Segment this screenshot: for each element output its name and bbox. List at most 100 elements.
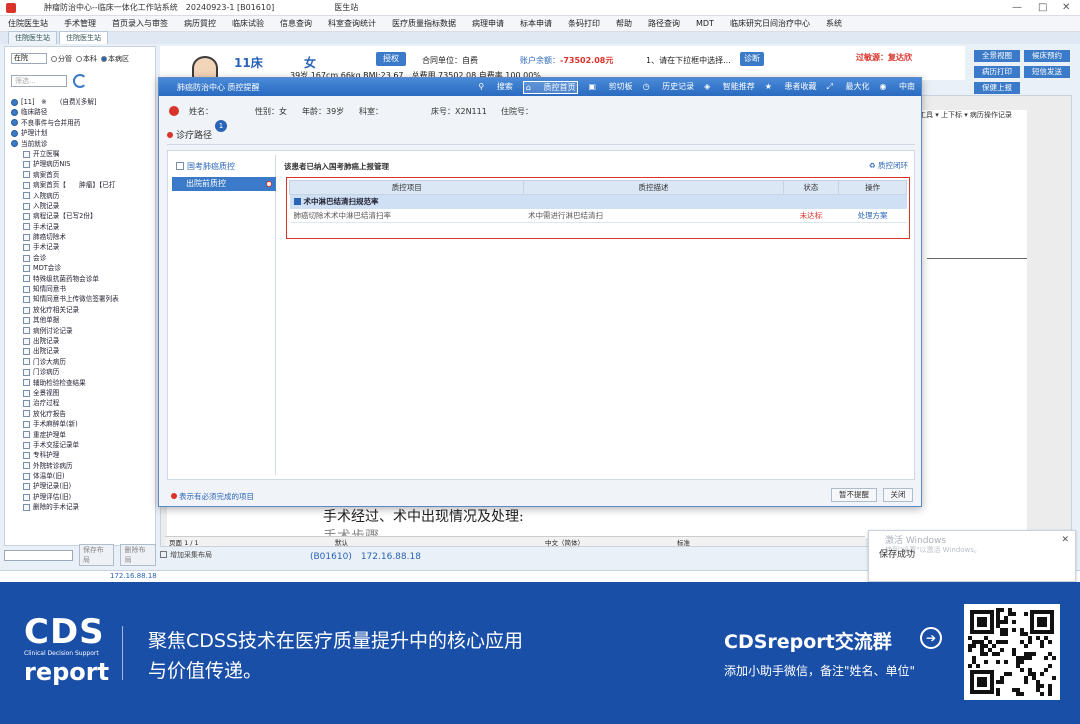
dropdown-hint[interactable]: 1、请在下拉框中选择... (646, 55, 731, 66)
history-action[interactable]: ◷ 历史记录 (643, 81, 695, 94)
tree-item[interactable]: 门诊病历 (9, 367, 157, 377)
tab-doctor-station-2[interactable]: 住院医生站 (59, 31, 108, 44)
sms-button[interactable]: 短信发送 (1024, 66, 1070, 78)
bed-booking-button[interactable]: 候床预约 (1024, 50, 1070, 62)
tree-item[interactable]: 门诊大病历 (9, 357, 157, 367)
nav-item-discharge-qc[interactable]: 出院前质控 (172, 177, 276, 191)
tree-item[interactable]: 特殊级抗菌药物会诊单 (9, 274, 157, 284)
authorize-button[interactable]: 授权 (376, 52, 406, 66)
menu-item[interactable]: 信息查询 (280, 18, 312, 29)
radio-ward[interactable]: 本病区 (101, 54, 129, 64)
menu-item[interactable]: 标本申请 (520, 18, 552, 29)
menu-item[interactable]: 临床研究日间治疗中心 (730, 18, 810, 29)
zhongnan-action[interactable]: ◉ 中南 (879, 81, 915, 94)
maximize-action[interactable]: ⤢ 最大化 (827, 81, 870, 94)
radio-department[interactable]: 本科 (76, 54, 97, 64)
menu-item[interactable]: 病历質控 (184, 18, 216, 29)
maximize-icon[interactable]: □ (1038, 2, 1047, 13)
tree-item[interactable]: 护理计划 (9, 128, 157, 138)
tree-item[interactable]: 出院记录 (9, 346, 157, 356)
tree-item[interactable]: 删除的手术记录 (9, 502, 157, 512)
menu-item[interactable]: 手术管理 (64, 18, 96, 29)
recommend-action[interactable]: ◈ 智能推荐 (704, 81, 755, 94)
menu-item[interactable]: 病理申请 (472, 18, 504, 29)
tree-item[interactable]: 其他单据 (9, 315, 157, 325)
tree-item[interactable]: 手术记录 (9, 222, 157, 232)
tree-item[interactable]: 知情同意书 (9, 284, 157, 294)
tree-item[interactable]: 病案首页 (9, 170, 157, 180)
record-print-button[interactable]: 病历打印 (974, 66, 1020, 78)
tree-item[interactable]: MDT会诊 (9, 263, 157, 273)
menu-item[interactable]: 帮助 (616, 18, 632, 29)
tree-item[interactable]: 重症护理单 (9, 430, 157, 440)
diagnosis-button[interactable]: 诊断 (740, 52, 764, 66)
close-icon[interactable]: ✕ (1061, 535, 1069, 545)
nav-item-lung-cancer-qc[interactable]: 国考肺癌质控 (176, 161, 235, 172)
menu-item[interactable]: 医疗质量指标数据 (392, 18, 456, 29)
editor-toolbar[interactable]: 工具 ▾ 上下标 ▾ 病历操作记录 (919, 110, 1012, 120)
menu-item[interactable]: 首页录入与审签 (112, 18, 168, 29)
tree-item[interactable]: 会诊 (9, 253, 157, 263)
layout-checkbox[interactable] (160, 551, 167, 558)
tree-item[interactable]: 不良事件与合并用药 (9, 118, 157, 128)
tree-item[interactable]: 体温单(旧) (9, 471, 157, 481)
qc-home-action[interactable]: ⌂ 质控首页 (522, 81, 579, 94)
tree-item[interactable]: 辅助检验检查结果 (9, 378, 157, 388)
menu-item[interactable]: 临床试验 (232, 18, 264, 29)
tree-item[interactable]: 护理记录(旧) (9, 481, 157, 491)
tree-item[interactable]: 知情同意书上传微信签署列表 (9, 294, 157, 304)
clipboard-action[interactable]: ▣ 剪切板 (588, 81, 632, 94)
status-select[interactable]: 在院 (11, 53, 47, 64)
tree-item[interactable]: 当前就诊 (9, 139, 157, 149)
tree-search-input[interactable]: 筛选... (11, 75, 67, 87)
menu-item[interactable]: 路径查询 (648, 18, 680, 29)
panorama-button[interactable]: 全景视图 (974, 50, 1020, 62)
tree-item[interactable]: 手术交接记录单 (9, 440, 157, 450)
collapse-icon[interactable] (293, 198, 301, 206)
tree-item[interactable]: 专科护理 (9, 450, 157, 460)
tree-item[interactable]: 手术麻醉单(新) (9, 419, 157, 429)
tree-item[interactable]: 放化疗报告 (9, 409, 157, 419)
refresh-icon[interactable] (73, 74, 87, 88)
tree-item[interactable]: 临床路径 (9, 107, 157, 117)
minimize-icon[interactable]: — (1012, 2, 1022, 13)
tree-item[interactable]: 入院病历 (9, 191, 157, 201)
menu-item[interactable]: 系统 (826, 18, 842, 29)
tab-care-path[interactable]: 诊疗路径 1 (167, 120, 227, 141)
tree-item[interactable]: 病案首页【 肿瘤】【已打 (9, 180, 157, 190)
radio-assigned[interactable]: 分管 (51, 54, 72, 64)
close-icon[interactable]: ✕ (1062, 2, 1070, 13)
menu-item[interactable]: 条码打印 (568, 18, 600, 29)
handle-plan-link[interactable]: 处理方案 (838, 208, 907, 223)
search-action[interactable]: ⚲ 搜索 (478, 81, 512, 94)
menu-item[interactable]: MDT (696, 19, 714, 28)
menu-item[interactable]: 住院医生站 (8, 18, 48, 29)
save-layout-button[interactable]: 保存布局 (78, 544, 115, 566)
qr-module (1020, 668, 1024, 672)
tree-item[interactable]: 肺癌切除术 (9, 232, 157, 242)
tree-item[interactable]: 手术记录 (9, 242, 157, 252)
tree-item[interactable]: 病例讨论记录 (9, 326, 157, 336)
arrow-right-icon[interactable]: ➔ (920, 627, 942, 649)
tree-item[interactable]: 放化疗相关记录 (9, 305, 157, 315)
tree-item[interactable]: 外院转诊病历 (9, 461, 157, 471)
tree-item[interactable]: 治疗过程 (9, 398, 157, 408)
table-group-row[interactable]: 术中淋巴结清扫规范率 (289, 194, 907, 209)
tree-item[interactable]: 出院记录 (9, 336, 157, 346)
delete-layout-button[interactable]: 删除布局 (120, 544, 156, 566)
close-button[interactable]: 关闭 (883, 488, 913, 502)
tree-item[interactable]: 入院记录 (9, 201, 157, 211)
tree-item[interactable]: 开立医嘱 (9, 149, 157, 159)
health-report-button[interactable]: 保健上报 (974, 82, 1020, 94)
snooze-button[interactable]: 暂不提醒 (831, 488, 877, 502)
tree-item[interactable]: 全景视图 (9, 388, 157, 398)
tree-item[interactable]: 病程记录【已写2份】 (9, 211, 157, 221)
tree-item[interactable]: 护理评估(旧) (9, 492, 157, 502)
favorite-action[interactable]: ★ 患者收藏 (765, 81, 817, 94)
qc-loop-link[interactable]: ♻ 质控闭环 (869, 160, 908, 171)
menu-item[interactable]: 科室查询统计 (328, 18, 376, 29)
layout-dropdown[interactable] (4, 549, 73, 561)
tab-doctor-station-1[interactable]: 住院医生站 (8, 31, 57, 44)
tree-item[interactable]: [11] ※ (自费)[多解] (9, 97, 157, 107)
tree-item[interactable]: 护理病历NIS (9, 159, 157, 169)
